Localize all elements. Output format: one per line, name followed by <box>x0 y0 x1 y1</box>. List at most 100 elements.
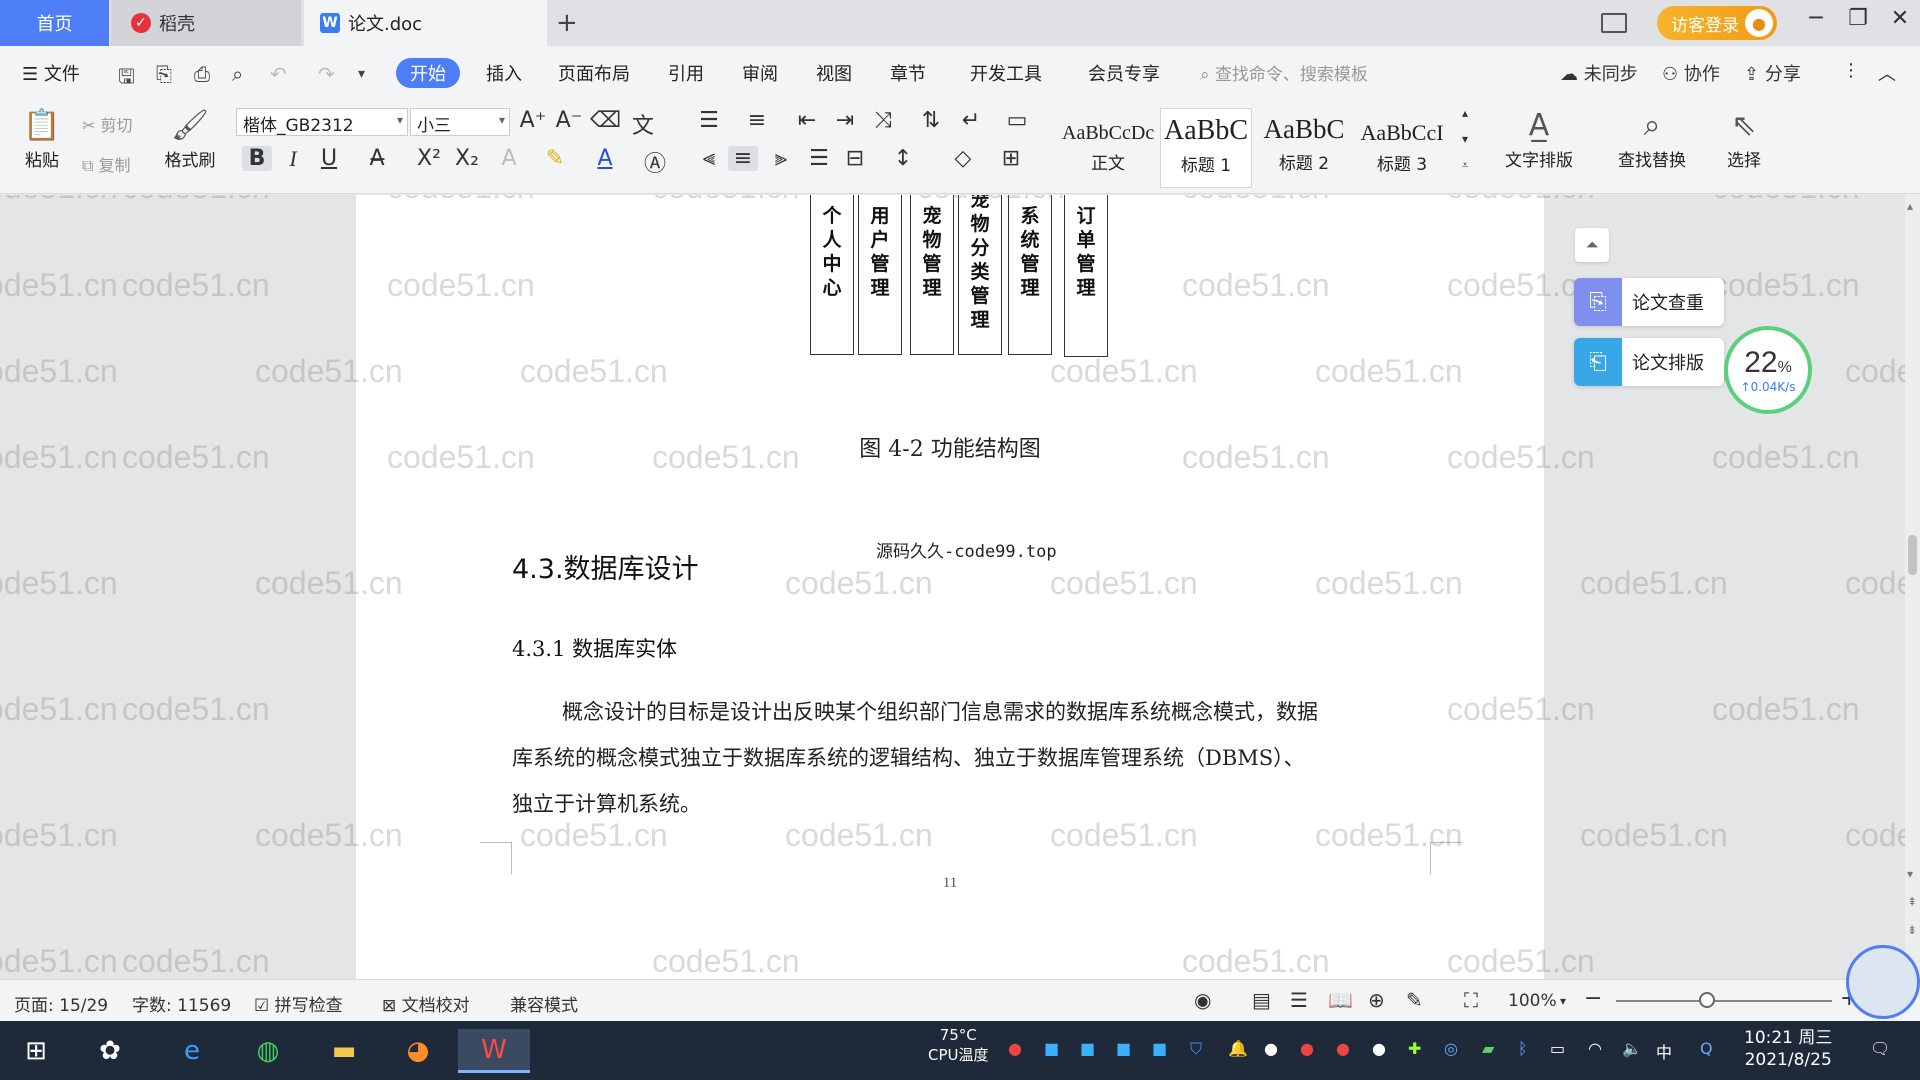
tab-home[interactable]: 首页 <box>0 0 109 46</box>
outline-view-icon[interactable]: ☰ <box>1290 988 1308 1012</box>
font-size-select[interactable]: 小三 ▾ <box>410 108 510 136</box>
scroll-up-icon[interactable]: ▴ <box>1907 199 1913 213</box>
write-mode-icon[interactable]: ✎ <box>1406 988 1423 1012</box>
body-paragraph[interactable]: 概念设计的目标是设计出反映某个组织部门信息需求的数据库系统概念模式，数据 库系统… <box>512 689 1442 827</box>
style-heading-2[interactable]: AaBbC 标题 2 <box>1258 108 1350 188</box>
input-method-indicator[interactable]: 中 <box>1656 1039 1672 1063</box>
menu-tab-dev-tools[interactable]: 开发工具 <box>970 60 1042 86</box>
paste-button[interactable]: 📋 粘贴 <box>14 106 70 171</box>
share-button[interactable]: ⇪ 分享 <box>1744 60 1801 86</box>
subscript-icon[interactable]: X₂ <box>452 146 482 171</box>
web-view-icon[interactable]: ⊕ <box>1368 988 1385 1012</box>
tray-app-icon[interactable]: ■ <box>1116 1039 1131 1058</box>
heading-database-entity[interactable]: 4.3.1 数据库实体 <box>512 633 677 663</box>
wps-office-taskbar-icon[interactable]: W <box>458 1029 530 1073</box>
eye-protection-icon[interactable]: ◉ <box>1194 988 1211 1012</box>
print-preview-icon[interactable]: ⌕ <box>232 62 243 86</box>
distribute-icon[interactable]: ⊟ <box>840 146 870 171</box>
scroll-down-icon[interactable]: ▾ <box>1907 867 1913 881</box>
styles-scroll-up-icon[interactable]: ▴ <box>1450 106 1480 120</box>
styles-scroll-down-icon[interactable]: ▾ <box>1450 132 1480 146</box>
heading-database-design[interactable]: 4.3.数据库设计 <box>512 547 699 586</box>
tray-app-icon[interactable]: ◎ <box>1444 1039 1458 1058</box>
system-clock[interactable]: 10:21 周三 2021/8/25 <box>1744 1027 1832 1071</box>
underline-icon[interactable]: U <box>314 146 344 171</box>
battery-icon[interactable]: ▭ <box>1550 1039 1565 1058</box>
qq-icon[interactable]: ● <box>1372 1039 1386 1058</box>
search-tray-icon[interactable]: Q <box>1700 1039 1713 1058</box>
network-speed-meter[interactable]: 22% ↑0.04K/s <box>1724 326 1812 414</box>
align-left-icon[interactable]: ⫷ <box>694 146 724 171</box>
tray-app-icon[interactable]: ■ <box>1152 1039 1167 1058</box>
paper-check-button[interactable]: ⎘ 论文查重 <box>1574 278 1724 326</box>
tray-plus-icon[interactable]: ✚ <box>1408 1039 1421 1058</box>
vertical-scrollbar[interactable]: ▴ ▾ ⇞ ⇟ <box>1905 195 1920 979</box>
bold-icon[interactable]: B <box>242 146 272 171</box>
export-icon[interactable]: ⎘ <box>156 62 172 86</box>
wifi-icon[interactable]: ◠ <box>1588 1039 1602 1058</box>
menu-tab-start[interactable]: 开始 <box>396 58 460 88</box>
italic-icon[interactable]: I <box>278 146 308 172</box>
select-button[interactable]: ⇖ 选择 <box>1712 106 1776 171</box>
qq-icon[interactable]: ● <box>1300 1039 1314 1058</box>
qq-icon[interactable]: ● <box>1264 1039 1278 1058</box>
menu-tab-references[interactable]: 引用 <box>668 60 704 86</box>
collapse-ribbon-icon[interactable]: ︿ <box>1878 60 1896 86</box>
collab-button[interactable]: ⚇ 协作 <box>1662 60 1720 86</box>
zoom-out-icon[interactable]: − <box>1584 986 1602 1011</box>
style-heading-3[interactable]: AaBbCcI 标题 3 <box>1356 108 1448 188</box>
menu-tab-chapter[interactable]: 章节 <box>890 60 926 86</box>
app-pinwheel-icon[interactable]: ✿ <box>88 1029 132 1073</box>
text-layout-button[interactable]: A̲ 文字排版 <box>1490 106 1588 171</box>
file-menu[interactable]: ☰ 文件 <box>22 60 80 86</box>
browser-360-icon[interactable]: ◍ <box>246 1029 290 1073</box>
zoom-slider-knob[interactable] <box>1698 992 1715 1008</box>
reading-view-icon[interactable]: 📖 <box>1328 988 1353 1012</box>
next-page-icon[interactable]: ⇟ <box>1907 923 1917 937</box>
text-effect-icon[interactable]: A <box>494 146 524 171</box>
more-icon[interactable]: ⋮ <box>1842 60 1860 81</box>
app-mascot-icon[interactable]: ◕ <box>396 1029 440 1073</box>
font-color-icon[interactable]: A <box>590 146 620 171</box>
shield-icon[interactable]: ⛉ <box>1190 1039 1202 1059</box>
line-spacing-icon[interactable]: ↕ <box>888 146 918 171</box>
format-painter-button[interactable]: 🖌 格式刷 <box>160 106 220 171</box>
side-panel-collapse-button[interactable]: ⏶ <box>1575 228 1609 262</box>
find-replace-button[interactable]: ⌕ 查找替换 <box>1604 106 1700 171</box>
increase-indent-icon[interactable]: ⇥ <box>830 108 860 133</box>
sync-status[interactable]: ☁ 未同步 <box>1560 60 1638 86</box>
minimize-button[interactable]: ─ <box>1796 6 1836 31</box>
windows-start-icon[interactable]: ⊞ <box>14 1029 58 1073</box>
restore-button[interactable]: ❐ <box>1838 6 1878 31</box>
doc-proof-button[interactable]: ⊠ 文档校对 <box>382 991 470 1016</box>
print-icon[interactable]: ⎙ <box>194 62 210 86</box>
tray-app-icon[interactable]: ■ <box>1044 1039 1059 1058</box>
assistant-avatar-icon[interactable] <box>1846 945 1920 1019</box>
login-button[interactable]: 访客登录 ● <box>1657 6 1777 40</box>
styles-more-icon[interactable]: ⩡ <box>1450 158 1480 173</box>
menu-tab-page-layout[interactable]: 页面布局 <box>558 60 630 86</box>
font-name-select[interactable]: 楷体_GB2312 ▾ <box>236 108 408 136</box>
sort-icon[interactable]: ⇅ <box>916 108 946 133</box>
tray-app-icon[interactable]: ■ <box>1080 1039 1095 1058</box>
nvidia-icon[interactable]: ▰ <box>1482 1039 1494 1058</box>
undo-icon[interactable]: ↶ <box>270 62 287 86</box>
menu-tab-review[interactable]: 审阅 <box>742 60 778 86</box>
chevron-down-icon[interactable]: ▾ <box>1560 994 1566 1008</box>
show-marks-icon[interactable]: ↵ <box>956 108 986 133</box>
chinese-layout-icon[interactable]: ⤨ <box>868 108 898 133</box>
menu-tab-member[interactable]: 会员专享 <box>1088 60 1160 86</box>
file-explorer-icon[interactable]: ▬ <box>322 1029 366 1073</box>
zoom-level[interactable]: 100% <box>1508 991 1557 1011</box>
style-normal[interactable]: AaBbCcDc 正文 <box>1062 108 1154 188</box>
char-border-icon[interactable]: Ⓐ <box>640 146 670 178</box>
document-page[interactable]: 个人中心 用户管理 宠物管理 宠物分类管理 系统管理 订单管理 图 4-2 功能… <box>356 195 1544 979</box>
scrollbar-thumb[interactable] <box>1908 535 1917 575</box>
borders-icon[interactable]: ⊞ <box>996 146 1026 171</box>
layout-switch-icon[interactable] <box>1598 0 1630 46</box>
numbered-list-icon[interactable]: ≡ <box>742 108 772 133</box>
decrease-indent-icon[interactable]: ⇤ <box>792 108 822 133</box>
menu-tab-view[interactable]: 视图 <box>816 60 852 86</box>
prev-page-icon[interactable]: ⇞ <box>1907 895 1917 909</box>
cut-button[interactable]: ✂ 剪切 <box>82 112 133 136</box>
